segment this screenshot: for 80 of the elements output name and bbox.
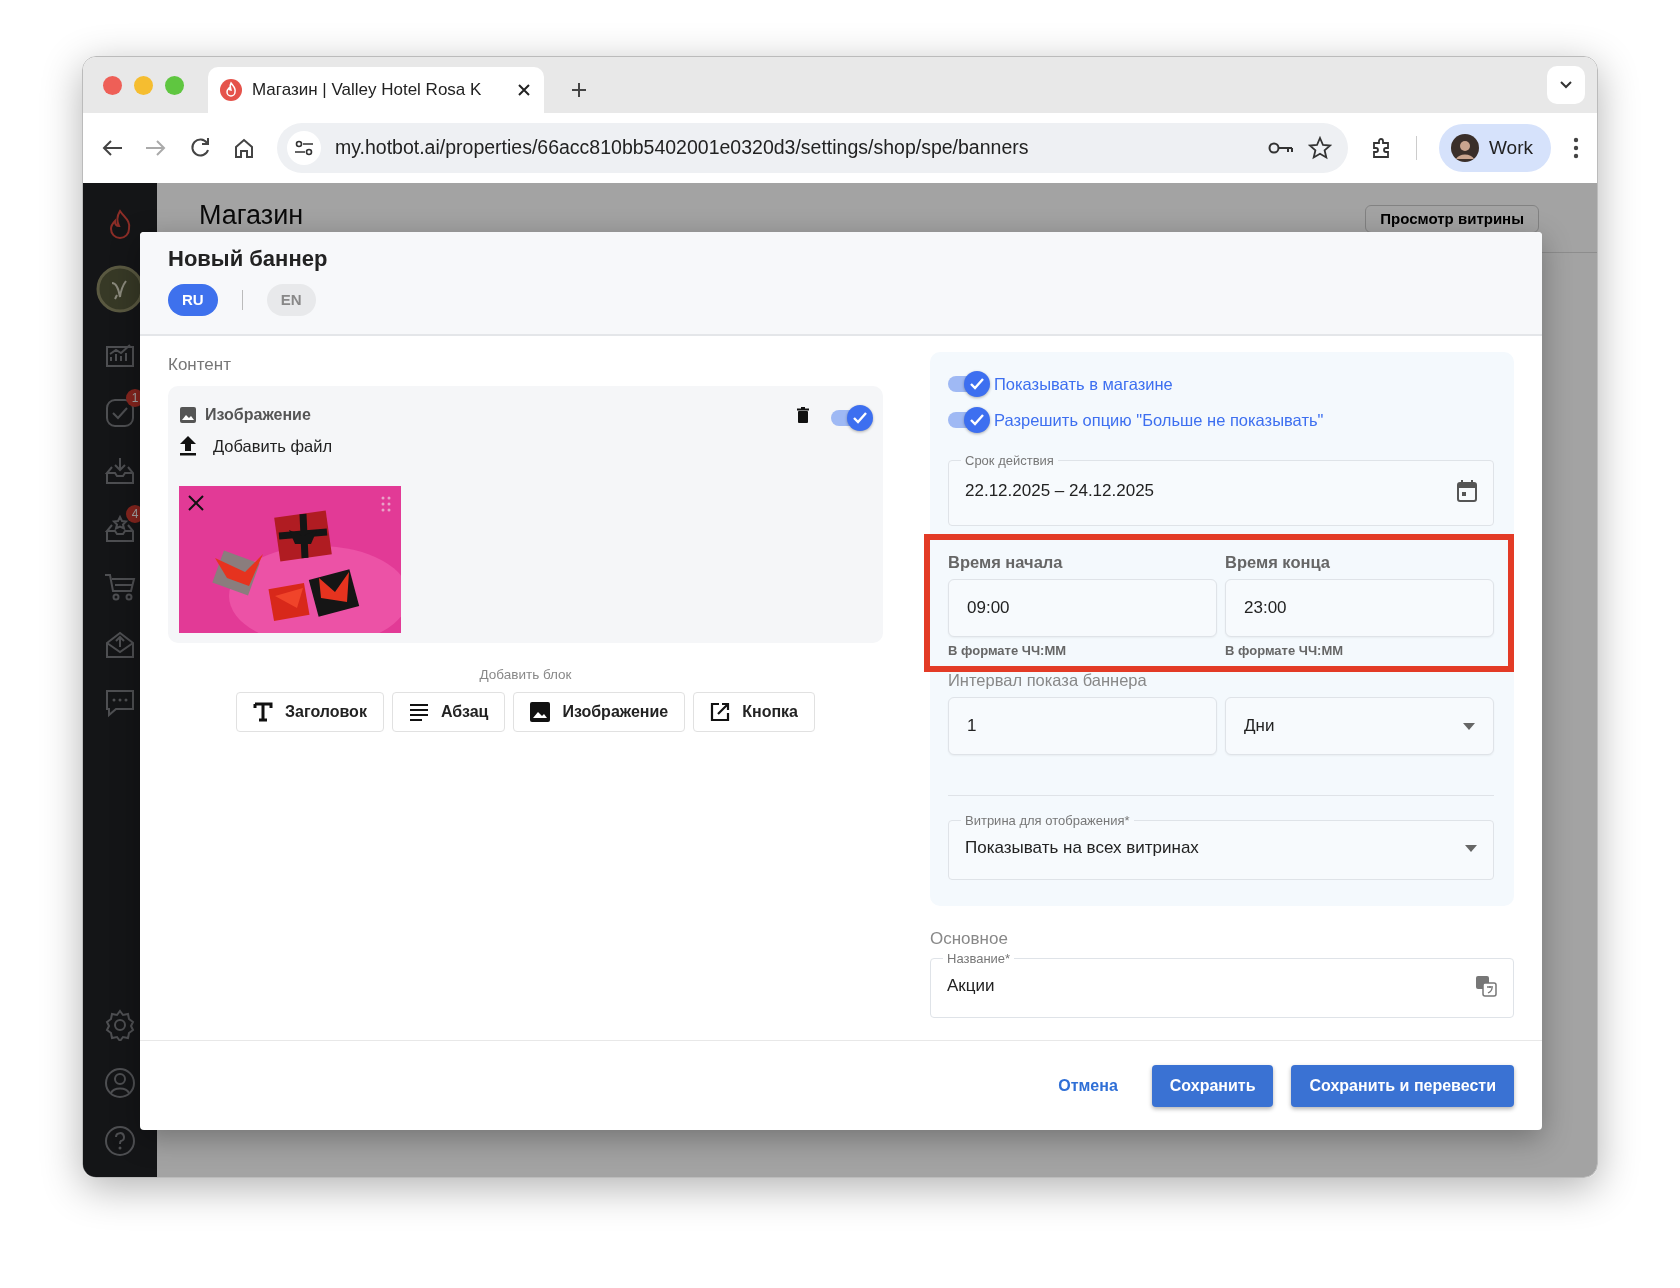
image-icon [179, 405, 197, 424]
image-icon [530, 701, 551, 722]
date-range-field[interactable]: Срок действия 22.12.2025 – 24.12.2025 [948, 454, 1494, 526]
check-icon [969, 413, 985, 427]
language-tab[interactable]: RU [168, 284, 218, 317]
favicon-icon [220, 79, 242, 101]
calendar-icon[interactable] [1457, 480, 1477, 502]
preview-button[interactable]: Просмотр витрины [1365, 205, 1539, 233]
external-link-icon [710, 701, 731, 722]
home-icon[interactable] [233, 137, 255, 159]
select-value: Показывать на всех витринах [965, 837, 1199, 860]
block-title: Изображение [205, 404, 311, 425]
reload-icon[interactable] [189, 137, 211, 159]
text-icon [253, 701, 273, 722]
upload-icon[interactable] [179, 434, 197, 457]
field-hint: В формате ЧЧ:ММ [948, 641, 1068, 660]
tab-title: Магазин | Valley Hotel Rosa K [252, 79, 483, 102]
field-label: Интервал показа баннера [948, 670, 1148, 692]
translate-icon[interactable] [1475, 974, 1497, 997]
cancel-button[interactable]: Отмена [1052, 1072, 1124, 1099]
check-icon [969, 377, 985, 391]
close-window-button[interactable] [103, 75, 122, 95]
cart-icon[interactable] [104, 571, 136, 603]
field-label: Витрина для отображения* [964, 814, 1131, 827]
star-icon[interactable] [1308, 136, 1332, 160]
check-icon [852, 410, 868, 425]
name-value: Акции [947, 974, 995, 997]
key-icon[interactable] [1268, 140, 1294, 156]
section-label: Контент [168, 354, 232, 376]
field-label: Время конца [1225, 552, 1331, 573]
section-label: Основное [930, 928, 1009, 950]
field-hint: В формате ЧЧ:ММ [1225, 641, 1345, 660]
toggle-switch[interactable] [948, 406, 990, 434]
unit-select[interactable]: Дни [1225, 697, 1494, 755]
inbox-download-icon[interactable] [104, 455, 136, 487]
tab-search-button[interactable] [1547, 66, 1585, 104]
profile-button[interactable]: Work [1439, 124, 1551, 172]
site-settings-icon[interactable] [287, 131, 321, 165]
trash-icon[interactable] [797, 406, 809, 423]
save-button[interactable]: Сохранить [1151, 1064, 1274, 1107]
time-input-field[interactable]: 23:00 [1225, 578, 1494, 637]
browser-tab[interactable]: Магазин | Valley Hotel Rosa K [208, 67, 544, 113]
name-input-field[interactable]: Название* Акции [930, 951, 1514, 1018]
add-block-button[interactable]: Заголовок [236, 691, 384, 732]
add-block-label: Добавить блок [478, 666, 573, 685]
new-tab-icon[interactable] [570, 81, 588, 99]
avatar-icon [1451, 134, 1479, 162]
page-title: Магазин [199, 199, 304, 232]
chevron-down-icon [1559, 80, 1573, 90]
toggle-label[interactable]: Показывать в магазине [994, 371, 1173, 397]
user-icon[interactable] [104, 1067, 136, 1099]
menu-icon[interactable] [1573, 137, 1579, 159]
chat-icon[interactable] [104, 687, 136, 719]
close-icon[interactable] [516, 82, 532, 98]
add-block-button[interactable]: Абзац [391, 691, 506, 732]
forward-icon[interactable] [145, 138, 167, 158]
caret-icon [1463, 722, 1475, 730]
settings-icon[interactable] [104, 1009, 136, 1041]
add-block-button[interactable]: Кнопка [693, 691, 815, 732]
mail-upload-icon[interactable] [104, 629, 136, 661]
time-input-field[interactable]: 09:00 [948, 578, 1217, 637]
field-label: Название* [946, 951, 1012, 965]
dialog-title: Новый баннер [168, 246, 329, 273]
save-translate-button[interactable]: Сохранить и перевести [1291, 1064, 1514, 1107]
flame-icon[interactable] [107, 209, 133, 239]
field-label: Время начала [948, 552, 1064, 573]
upload-link[interactable]: Добавить файл [213, 433, 333, 459]
field-label: Срок действия [964, 454, 1055, 467]
add-block-button[interactable]: Изображение [513, 691, 686, 732]
number-input-field[interactable]: 1 [948, 697, 1217, 755]
showcase-select[interactable]: Витрина для отображения* Показывать на всех витринах [948, 814, 1494, 880]
drag-handle-icon[interactable] [381, 496, 391, 513]
caret-icon [1465, 844, 1477, 852]
help-icon[interactable] [104, 1125, 136, 1157]
date-range-value: 22.12.2025 – 24.12.2025 [965, 480, 1155, 503]
back-icon[interactable] [101, 138, 123, 158]
toggle-label[interactable]: Разрешить опцию "Больше не показывать" [994, 407, 1324, 433]
paragraph-icon [408, 701, 429, 722]
toggle-switch[interactable] [831, 403, 873, 432]
toggle-switch[interactable] [948, 370, 990, 398]
